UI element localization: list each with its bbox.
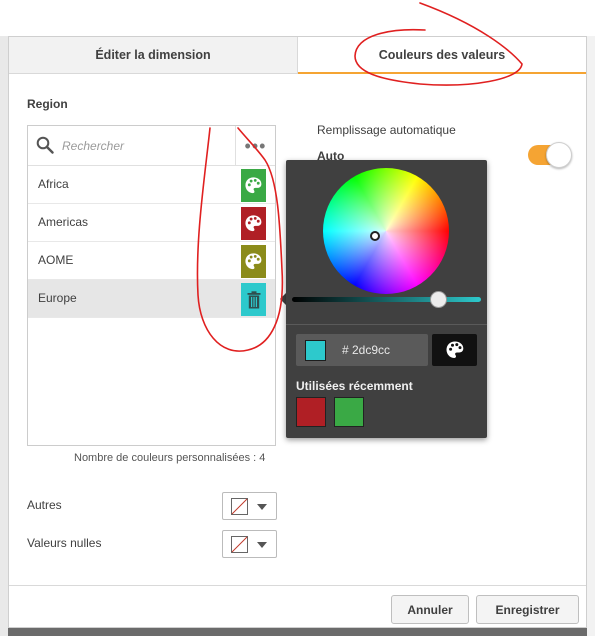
list-item-selected[interactable]: Europe (28, 280, 275, 318)
tab-edit-dimension[interactable]: Éditer la dimension (9, 37, 298, 74)
list-item-label: Americas (38, 215, 89, 229)
recent-color-swatch[interactable] (334, 397, 364, 427)
dimension-title: Region (27, 97, 68, 111)
list-item-label: Europe (38, 291, 77, 305)
dialog-footer: Annuler Enregistrer (9, 585, 586, 627)
background-right-edge (587, 36, 595, 636)
values-list: ••• Africa Americas AOME Europe (27, 125, 276, 446)
palette-icon[interactable] (241, 169, 266, 202)
others-label: Autres (27, 498, 62, 512)
color-wheel[interactable] (323, 168, 449, 294)
list-item[interactable]: AOME (28, 242, 275, 280)
trash-icon[interactable] (241, 283, 266, 316)
tab-value-colors[interactable]: Couleurs des valeurs (298, 37, 586, 74)
current-color-swatch (305, 340, 326, 361)
search-row: ••• (28, 126, 275, 166)
palette-icon[interactable] (241, 245, 266, 278)
save-button[interactable]: Enregistrer (476, 595, 579, 624)
nulls-label: Valeurs nulles (27, 536, 102, 550)
color-picker-popup: Utilisées récemment (286, 160, 487, 438)
picker-divider (286, 324, 487, 325)
auto-fill-label: Remplissage automatique (317, 123, 456, 137)
no-color-icon (231, 498, 248, 515)
list-item[interactable]: Americas (28, 204, 275, 242)
palette-icon[interactable] (241, 207, 266, 240)
hex-field (296, 334, 428, 366)
more-options-button[interactable]: ••• (235, 126, 275, 166)
background-app-bar (0, 0, 595, 36)
recent-color-swatch[interactable] (296, 397, 326, 427)
recent-colors-label: Utilisées récemment (296, 379, 413, 393)
list-item-label: Africa (38, 177, 69, 191)
brightness-slider[interactable] (292, 297, 481, 302)
auto-fill-toggle[interactable] (528, 142, 572, 168)
search-input[interactable] (60, 134, 230, 158)
chevron-down-icon (257, 504, 267, 510)
hex-input[interactable] (340, 340, 420, 360)
list-item[interactable]: Africa (28, 166, 275, 204)
cancel-button[interactable]: Annuler (391, 595, 469, 624)
others-color-select[interactable] (222, 492, 277, 520)
palette-icon (446, 341, 463, 358)
toggle-knob[interactable] (546, 142, 572, 168)
no-color-icon (231, 536, 248, 553)
search-icon (36, 136, 54, 154)
list-item-label: AOME (38, 253, 74, 267)
color-wheel-handle[interactable] (370, 231, 380, 241)
custom-colors-count: Nombre de couleurs personnalisées : 4 (74, 452, 266, 464)
nulls-color-select[interactable] (222, 530, 277, 558)
palette-button[interactable] (432, 334, 477, 366)
background-left-edge (0, 36, 8, 636)
dialog-tabs: Éditer la dimension Couleurs des valeurs (9, 37, 586, 74)
chevron-down-icon (257, 542, 267, 548)
brightness-slider-handle[interactable] (430, 291, 447, 308)
